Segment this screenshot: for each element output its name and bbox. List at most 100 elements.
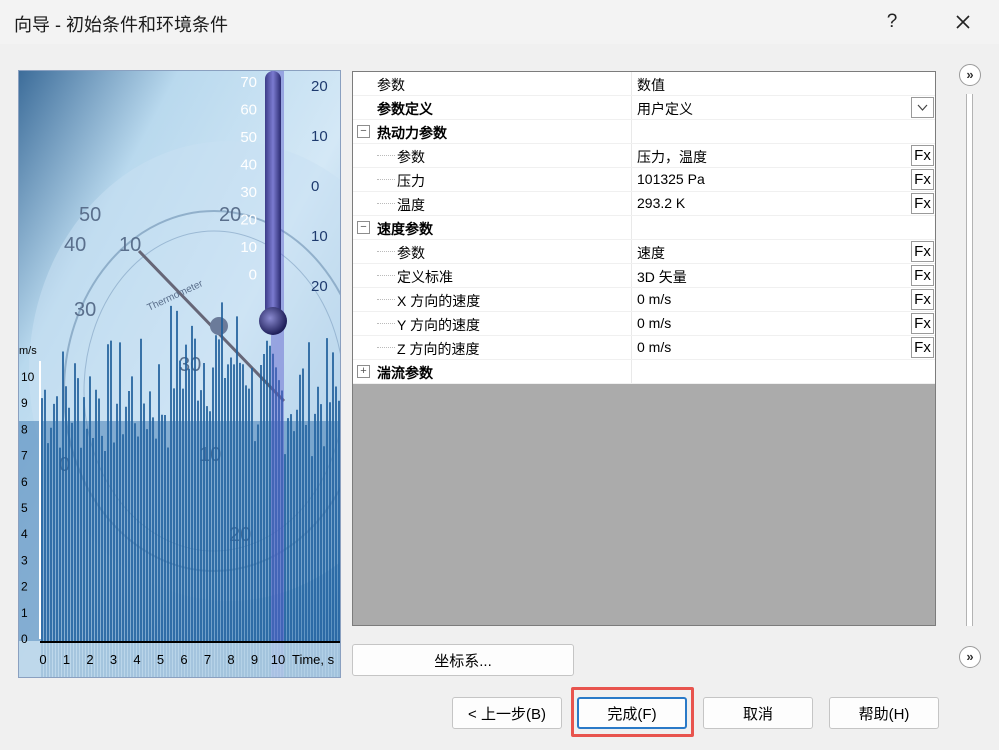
finish-button[interactable]: 完成(F) [577,697,687,729]
fx-button[interactable]: Fx [911,193,934,214]
x-axis-title: Time, s [292,652,335,667]
column-header-parameter: 参数 [377,77,405,93]
parameter-row[interactable]: 压力 101325 Pa Fx [353,168,935,192]
close-icon[interactable] [941,0,985,44]
property-grid-rows: 参数 数值 参数定义 用户定义 − 热动力参数 参数 压力，温度 Fx 压力 101325 … [353,72,935,384]
param-definition-row[interactable]: 参数定义 用户定义 [353,96,935,120]
x-axis-tick-label: 7 [204,652,211,667]
cancel-button[interactable]: 取消 [703,697,813,729]
thermometer-tick-label: 20 [240,212,257,229]
grid-header-row: 参数 数值 [353,72,935,96]
dial-number-label: 30 [74,299,96,321]
fx-button[interactable]: Fx [911,337,934,358]
thermometer-tick-label: 10 [240,239,257,256]
parameter-value[interactable]: 速度 [637,243,665,263]
wizard-illustration: 50403020100102030Thermometer 70605040302… [18,70,341,678]
column-header-value: 数值 [637,77,665,93]
expander-icon[interactable]: − [357,125,370,138]
parameter-row[interactable]: X 方向的速度 0 m/s Fx [353,288,935,312]
parameter-row[interactable]: 参数 压力，温度 Fx [353,144,935,168]
previous-button[interactable]: < 上一步(B) [452,697,562,729]
parameter-value[interactable]: 0 m/s [637,291,671,307]
group-row[interactable]: − 速度参数 [353,216,935,240]
parameter-value[interactable]: 3D 矢量 [637,267,687,287]
title-bar: 向导 - 初始条件和环境条件 ? [0,0,999,44]
parameter-value[interactable]: 压力，温度 [637,147,707,167]
x-axis-tick-label: 5 [157,652,164,667]
dial-number-label: 20 [219,204,241,226]
parameter-row[interactable]: 温度 293.2 K Fx [353,192,935,216]
expander-icon[interactable]: + [357,365,370,378]
expander-icon[interactable]: − [357,221,370,234]
thermometer-tick-label: 50 [240,129,257,146]
y-axis-title: m/s [19,345,37,357]
group-row[interactable]: + 湍流参数 [353,360,935,384]
parameter-label: 定义标准 [397,269,453,285]
thermometer-tick-label: 0 [311,178,319,195]
parameter-row[interactable]: 参数 速度 Fx [353,240,935,264]
parameter-row[interactable]: Y 方向的速度 0 m/s Fx [353,312,935,336]
x-axis-tick-label: 6 [180,652,187,667]
param-definition-value[interactable]: 用户定义 [637,99,693,119]
chevron-down-icon[interactable] [911,97,934,118]
illustration-image: 50403020100102030Thermometer 70605040302… [19,71,340,677]
thermometer-tick-label: 20 [311,78,328,95]
dial-number-label: 10 [119,234,141,256]
parameter-value[interactable]: 101325 Pa [637,171,705,187]
fx-button[interactable]: Fx [911,313,934,334]
parameter-value[interactable]: 293.2 K [637,195,685,211]
x-axis-tick-label: 0 [39,652,46,667]
fx-button[interactable]: Fx [911,265,934,286]
fx-button[interactable]: Fx [911,241,934,262]
x-axis-tick-label: 10 [271,652,285,667]
thermometer-tick-label: 0 [249,267,257,284]
dial-number-label: 40 [64,234,86,256]
parameter-label: 参数 [397,245,425,261]
y-axis-tick-label: 9 [21,396,28,410]
parameter-row[interactable]: 定义标准 3D 矢量 Fx [353,264,935,288]
property-grid: 参数 数值 参数定义 用户定义 − 热动力参数 参数 压力，温度 Fx 压力 101325 … [352,71,936,626]
y-axis-tick-label: 10 [21,370,35,384]
thermometer-tick-label: 10 [311,228,328,245]
x-axis-tick-label: 1 [63,652,70,667]
coordinate-system-button[interactable]: 坐标系... [352,644,574,676]
thermometer-tick-label: 20 [311,278,328,295]
thermometer-tick-label: 70 [240,74,257,91]
group-row[interactable]: − 热动力参数 [353,120,935,144]
x-axis-tick-label: 2 [86,652,93,667]
fx-button[interactable]: Fx [911,169,934,190]
help-icon[interactable]: ? [870,0,914,44]
parameter-row[interactable]: Z 方向的速度 0 m/s Fx [353,336,935,360]
y-axis-tick-label: 0 [21,632,28,646]
param-definition-label: 参数定义 [377,101,433,117]
scroll-down-icon[interactable]: » [959,646,981,668]
fx-button[interactable]: Fx [911,289,934,310]
scroll-up-icon[interactable]: » [959,64,981,86]
y-axis-tick-label: 2 [21,580,28,594]
parameter-label: Y 方向的速度 [397,317,480,333]
y-axis-tick-label: 7 [21,449,28,463]
group-label: 速度参数 [377,221,433,237]
parameter-label: 参数 [397,149,425,165]
y-axis-tick-label: 3 [21,553,28,567]
x-axis-tick-label: 3 [110,652,117,667]
help-button[interactable]: 帮助(H) [829,697,939,729]
x-axis-tick-label: 8 [227,652,234,667]
y-axis-tick-label: 4 [21,527,28,541]
y-axis-tick-label: 1 [21,606,28,620]
thermometer-tick-label: 60 [240,102,257,119]
fx-button[interactable]: Fx [911,145,934,166]
thermometer-tick-label: 30 [240,184,257,201]
parameter-value[interactable]: 0 m/s [637,339,671,355]
group-label: 热动力参数 [377,125,447,141]
y-axis-tick-label: 8 [21,422,28,436]
dial-number-label: 30 [179,354,201,376]
vertical-scrollbar[interactable] [966,94,973,626]
parameter-label: X 方向的速度 [397,293,481,309]
thermometer-tick-label: 40 [240,157,257,174]
x-axis-tick-label: 4 [133,652,140,667]
x-axis-tick-label: 9 [251,652,258,667]
group-label: 湍流参数 [377,365,433,381]
y-axis-tick-label: 5 [21,501,28,515]
parameter-value[interactable]: 0 m/s [637,315,671,331]
